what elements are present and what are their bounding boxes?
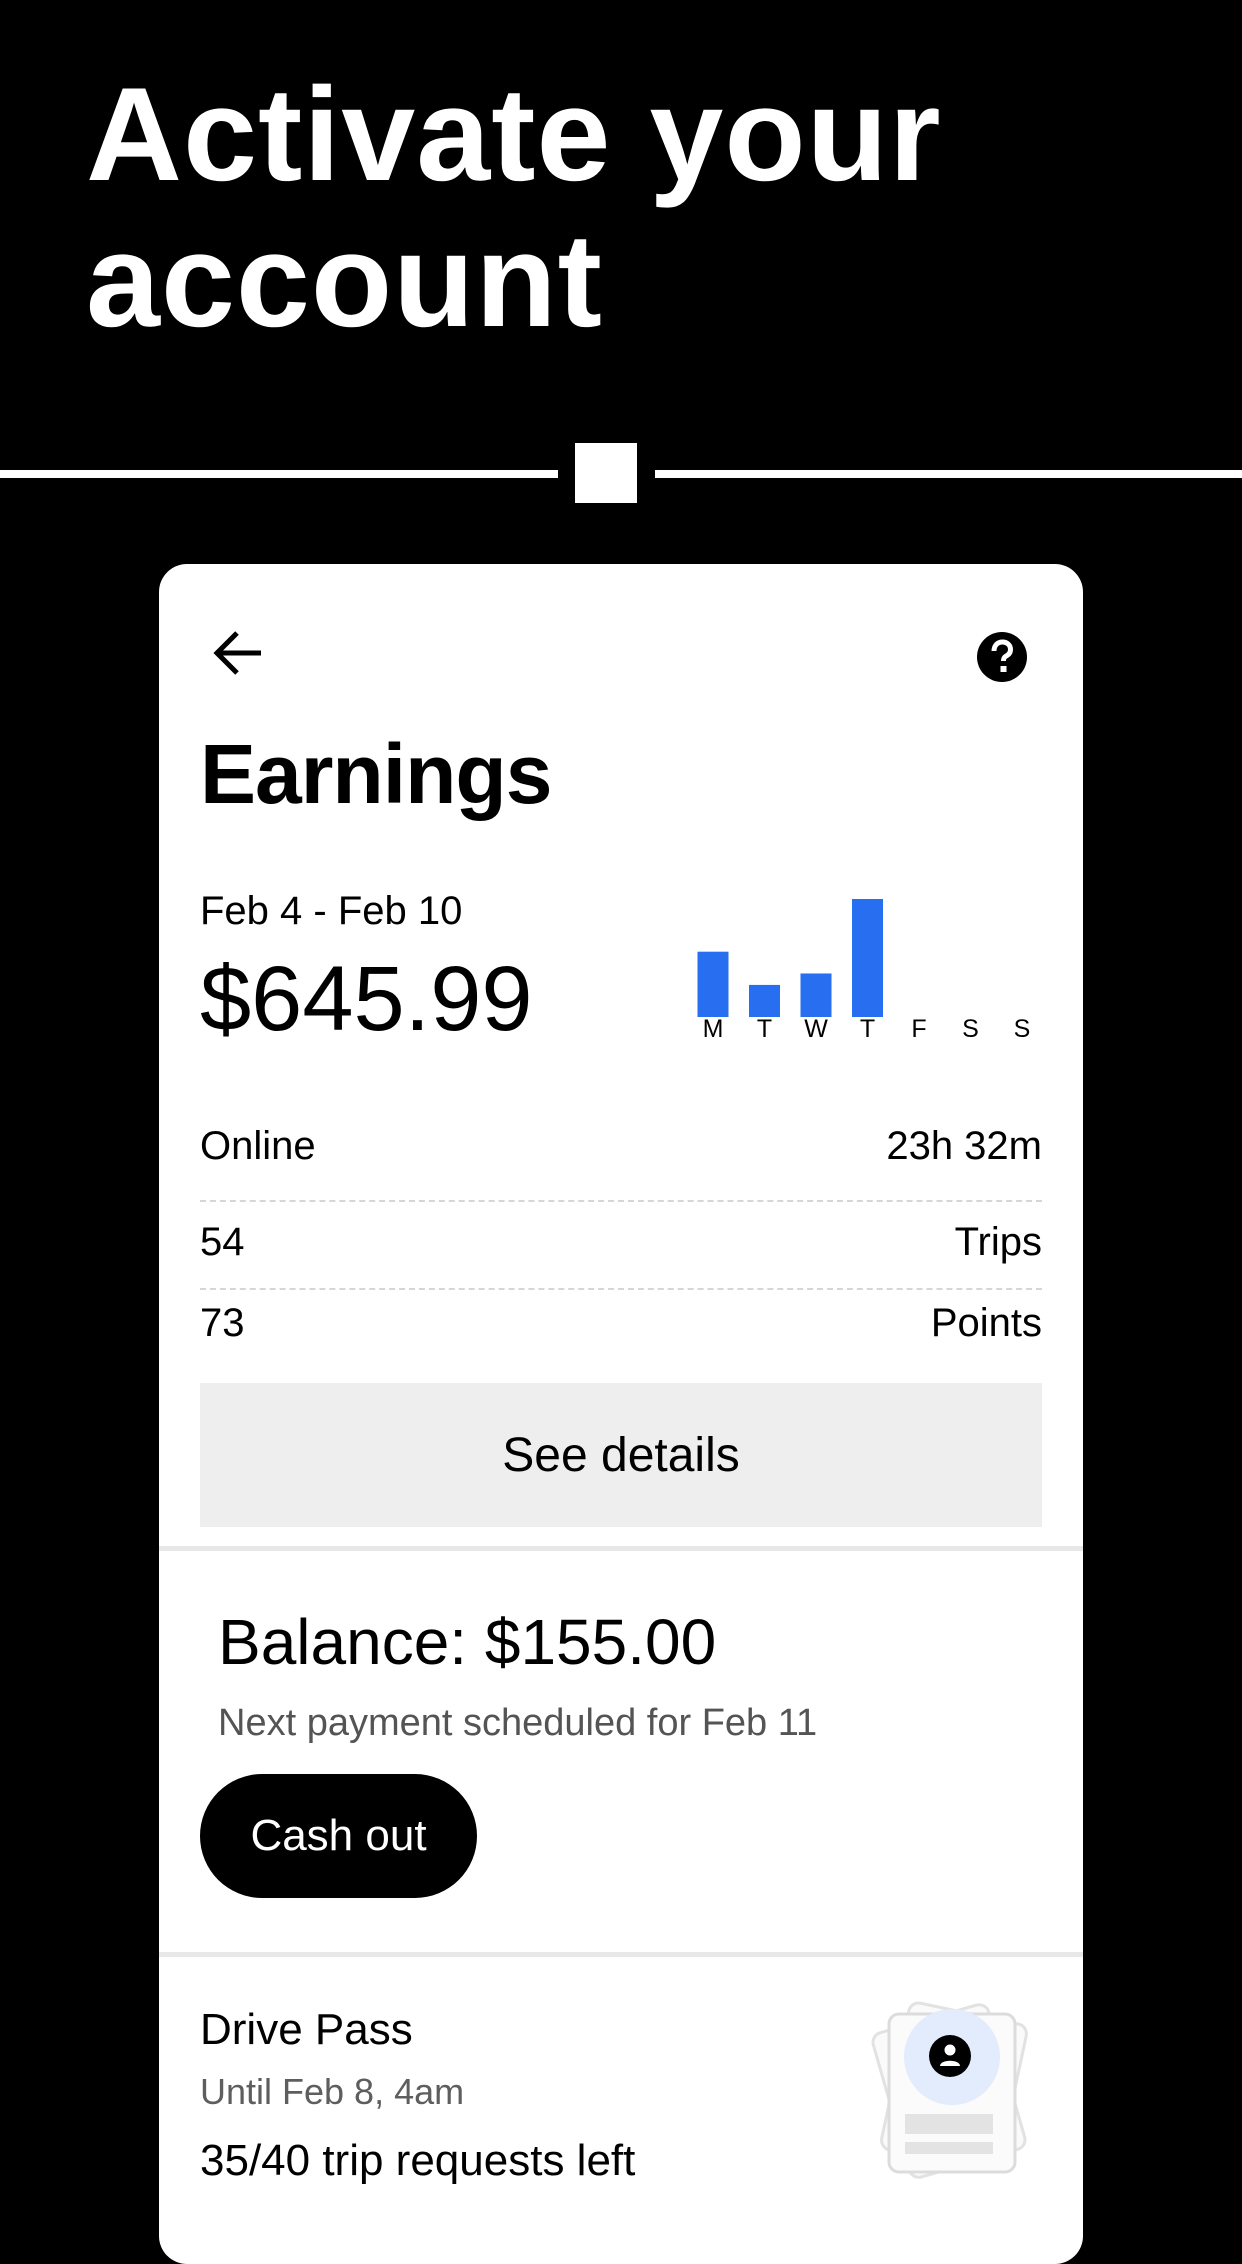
cash-out-button[interactable]: Cash out — [200, 1774, 477, 1898]
chart-day-label-5: S — [962, 1015, 979, 1042]
chart-bar-3 — [852, 899, 883, 1017]
chart-day-label-0: M — [703, 1015, 724, 1042]
online-row: Online 23h 32m — [200, 1122, 1042, 1170]
divider-square — [575, 443, 637, 503]
hero-title-line1: Activate your — [86, 61, 942, 209]
points-count: 73 — [200, 1301, 245, 1345]
back-arrow-icon[interactable] — [213, 630, 265, 676]
section-separator — [159, 1546, 1083, 1551]
hero-title: Activate your account — [86, 62, 1186, 354]
next-payment-text: Next payment scheduled for Feb 11 — [218, 1702, 818, 1744]
divider-line-left — [0, 470, 558, 478]
pass-card-icon — [859, 1994, 1049, 2194]
dashed-separator — [200, 1288, 1042, 1290]
chart-day-label-3: T — [860, 1015, 875, 1042]
trips-count: 54 — [200, 1220, 245, 1264]
drive-pass-title: Drive Pass — [200, 2005, 413, 2054]
chart-bar-0 — [697, 951, 729, 1017]
earnings-card: Earnings Feb 4 - Feb 10 $645.99 MTWTFSS … — [159, 564, 1083, 2264]
chart-day-label-4: F — [911, 1015, 926, 1042]
earnings-title: Earnings — [200, 727, 552, 821]
points-row: 73 Points — [200, 1299, 1042, 1347]
chart-day-label-6: S — [1014, 1015, 1031, 1042]
chart-day-label-1: T — [757, 1015, 772, 1042]
total-earnings: $645.99 — [200, 948, 533, 1050]
trip-requests-left: 35/40 trip requests left — [200, 2136, 636, 2185]
points-label: Points — [930, 1301, 1042, 1345]
dashed-separator — [200, 1200, 1042, 1202]
see-details-button[interactable]: See details — [200, 1383, 1042, 1527]
section-separator — [159, 1952, 1083, 1957]
help-icon[interactable] — [977, 632, 1027, 682]
weekly-earnings-chart: MTWTFSS — [697, 899, 1031, 1042]
chart-day-label-2: W — [804, 1015, 828, 1042]
trips-label: Trips — [954, 1220, 1042, 1264]
date-range: Feb 4 - Feb 10 — [200, 889, 463, 933]
hero-title-line2: account — [86, 207, 603, 355]
chart-bar-1 — [749, 984, 780, 1017]
drive-pass-until: Until Feb 8, 4am — [200, 2071, 465, 2112]
balance-title: Balance: $155.00 — [218, 1606, 717, 1678]
online-value: 23h 32m — [886, 1124, 1042, 1168]
trips-row: 54 Trips — [200, 1218, 1042, 1266]
online-label: Online — [200, 1124, 316, 1168]
divider-line-right — [655, 470, 1242, 478]
chart-bar-2 — [800, 973, 832, 1017]
